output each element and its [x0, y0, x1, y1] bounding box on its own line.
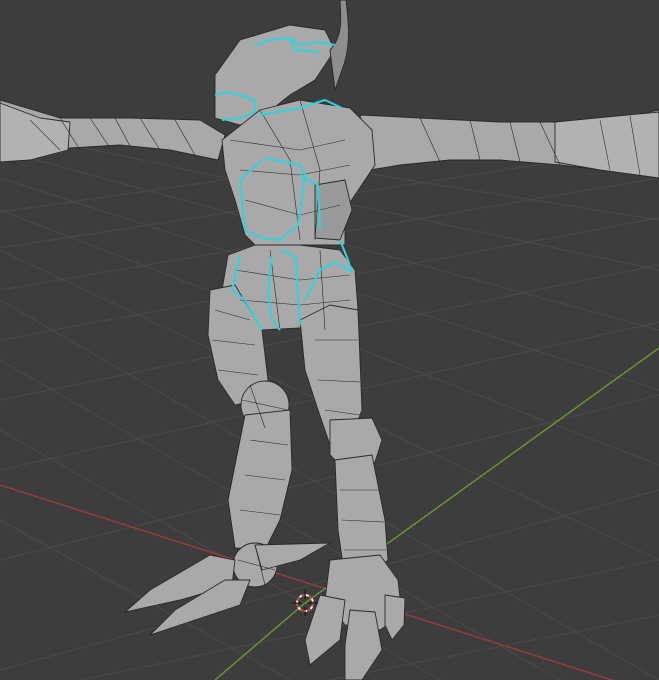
left-spur[interactable]	[254, 542, 331, 571]
right-toe-3[interactable]	[384, 594, 406, 641]
right-toe-1[interactable]	[304, 594, 346, 666]
right-hand	[554, 111, 659, 179]
3d-viewport[interactable]	[0, 0, 659, 680]
left-shin[interactable]	[227, 409, 293, 551]
viewport-canvas[interactable]	[0, 0, 659, 680]
y-axis-line-back	[214, 602, 306, 680]
right-toe-2[interactable]	[344, 609, 383, 680]
